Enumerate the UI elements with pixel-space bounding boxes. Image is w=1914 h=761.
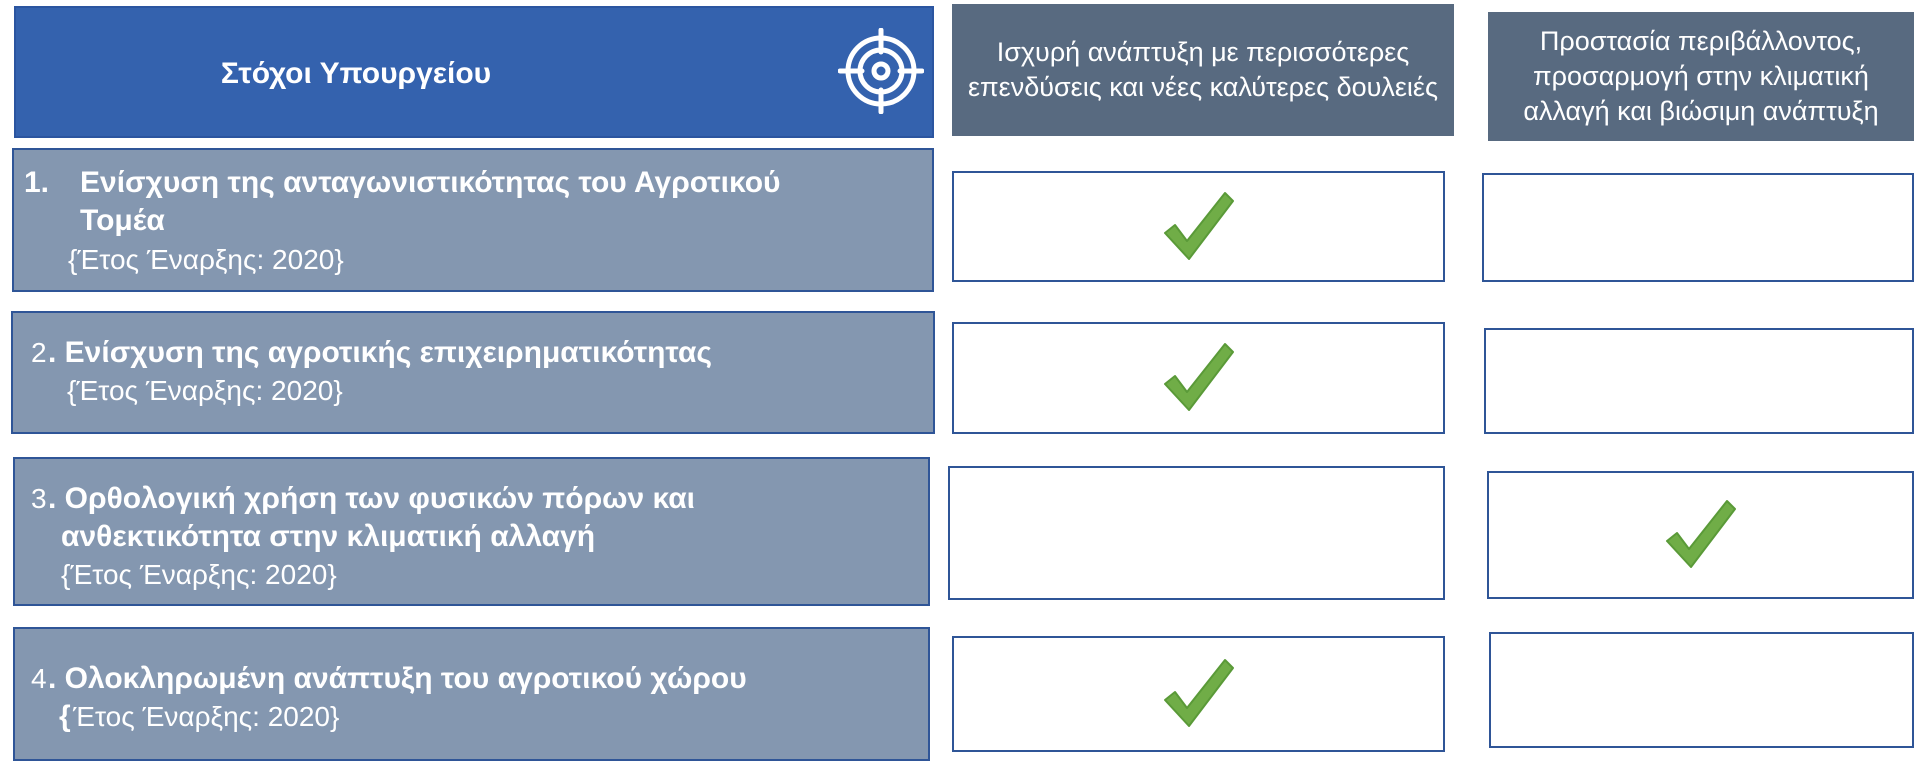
goal-title-line1: . Ολοκληρωμένη ανάπτυξη του αγροτικού χώ… (48, 662, 747, 695)
goal-row-3: 3 . Ορθολογική χρήση των φυσικών πόρων κ… (13, 457, 930, 606)
check-icon (1665, 500, 1736, 568)
check-cell (1484, 328, 1914, 434)
check-cell (952, 171, 1445, 282)
goal-row-2: 2 . Ενίσχυση της αγροτικής επιχειρηματικ… (11, 311, 935, 434)
check-icon (1163, 191, 1234, 260)
column-header-environment: Προστασία περιβάλλοντος, προσαρμογή στην… (1488, 12, 1914, 141)
goal-start-year: {Έτος Έναρξης: 2020} (67, 375, 343, 406)
goal-start-year: {Έτος Έναρξης: 2020} (61, 559, 337, 590)
goal-row-1: 1. Ενίσχυση της ανταγωνιστικότητας του Α… (12, 148, 934, 292)
goal-start-year: {Έτος Έναρξης: 2020} (68, 244, 344, 275)
check-cell (1489, 632, 1914, 748)
goal-title-line1: . Ορθολογική χρήση των φυσικών πόρων και (48, 482, 696, 515)
goal-start-year: Έτος Έναρξης: 2020} (73, 701, 340, 732)
goal-start-brace: { (59, 700, 71, 733)
goal-number: 4 (31, 663, 47, 694)
goal-title-line2: Τομέα (80, 204, 165, 237)
goal-title-line2: ανθεκτικότητα στην κλιματική αλλαγή (61, 520, 596, 553)
check-cell (1487, 471, 1914, 599)
check-icon (1163, 659, 1234, 727)
check-cell (1482, 173, 1914, 282)
target-icon (838, 28, 924, 114)
goal-title-line1: . Ενίσχυση της αγροτικής επιχειρηματικότ… (48, 336, 712, 369)
goal-number: 3 (31, 483, 47, 514)
check-cell (948, 466, 1445, 600)
column-header-growth: Ισχυρή ανάπτυξη με περισσότερες επενδύσε… (952, 4, 1454, 136)
goal-row-4: 4 . Ολοκληρωμένη ανάπτυξη του αγροτικού … (13, 627, 930, 761)
ministry-goals-title: Στόχοι Υπουργείου (220, 57, 492, 90)
goal-title-line1: Ενίσχυση της ανταγωνιστικότητας του Αγρο… (80, 166, 781, 199)
check-cell (952, 636, 1445, 752)
ministry-goals-header: Στόχοι Υπουργείου (14, 6, 934, 138)
check-icon (1163, 343, 1234, 411)
check-cell (952, 322, 1445, 434)
goal-number: 2 (31, 337, 47, 368)
goal-number: 1. (24, 166, 50, 199)
